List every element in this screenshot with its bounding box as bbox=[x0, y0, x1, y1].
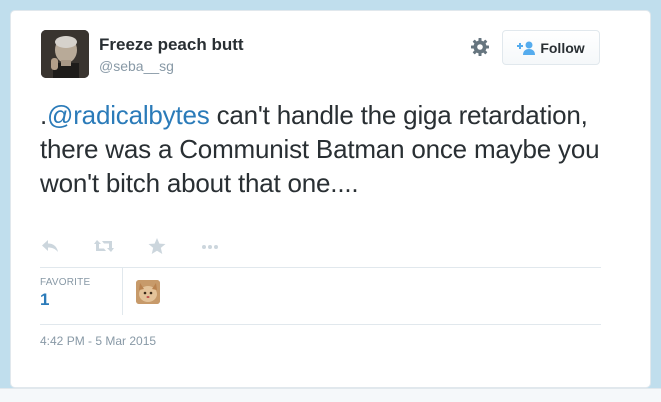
gear-icon[interactable] bbox=[469, 36, 491, 58]
favoriter-avatar[interactable] bbox=[136, 280, 160, 304]
favorite-count[interactable]: 1 bbox=[40, 290, 49, 310]
page-background-strip bbox=[0, 388, 661, 402]
author-name[interactable]: Freeze peach butt bbox=[99, 35, 244, 55]
add-user-icon bbox=[517, 41, 536, 55]
stats-separator bbox=[122, 267, 123, 315]
favorite-label: FAVORITE bbox=[40, 277, 91, 288]
follow-label: Follow bbox=[540, 39, 585, 56]
tweet-text: .@radicalbytes can't handle the giga ret… bbox=[40, 98, 620, 200]
reply-icon[interactable] bbox=[41, 237, 61, 255]
stats-bottom-divider bbox=[40, 324, 601, 325]
author-avatar[interactable] bbox=[41, 30, 89, 78]
author-handle[interactable]: @seba__sg bbox=[99, 58, 174, 74]
follow-button[interactable]: Follow bbox=[502, 30, 600, 65]
tweet-text-prefix: . bbox=[40, 100, 48, 130]
stats-top-divider bbox=[40, 267, 601, 268]
more-icon[interactable] bbox=[200, 237, 220, 255]
mention-link[interactable]: @radicalbytes bbox=[47, 100, 210, 130]
tweet-actions bbox=[41, 236, 253, 256]
favorite-star-icon[interactable] bbox=[147, 237, 167, 255]
tweet-timestamp[interactable]: 4:42 PM - 5 Mar 2015 bbox=[40, 334, 156, 348]
retweet-icon[interactable] bbox=[94, 237, 114, 255]
